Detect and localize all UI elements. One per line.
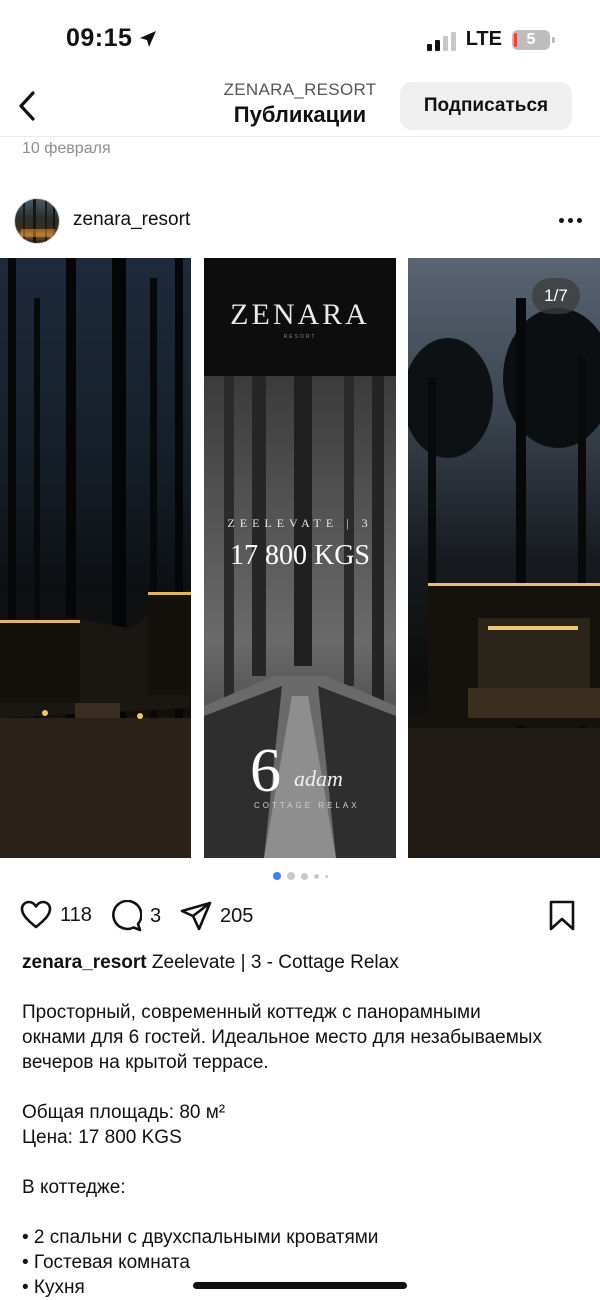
- carousel-page-counter: 1/7: [532, 278, 580, 314]
- caption-line: [22, 1075, 582, 1100]
- carousel-photo-right: 1/7: [408, 258, 600, 858]
- battery-icon: 5: [512, 29, 555, 50]
- comment-icon[interactable]: [110, 900, 142, 932]
- cabin-terrace-image: [408, 298, 600, 858]
- caption-line: [22, 975, 582, 1000]
- caption-line: вечеров на крытой террасе.: [22, 1052, 269, 1073]
- status-time: 09:15: [66, 24, 158, 53]
- page-header: ZENARA_RESORT Публикации Подписаться: [0, 78, 600, 136]
- carousel-photo-left: [0, 258, 191, 858]
- status-bar: 09:15 LTE 5: [0, 0, 600, 80]
- carousel-photo-middle: ZENARA RESORT ZEELEVATE | 3 17 800 KGS 6…: [204, 258, 396, 858]
- avatar[interactable]: [14, 198, 60, 244]
- carousel-dot[interactable]: [286, 872, 295, 880]
- caption-line: Цена: 17 800 KGS: [22, 1127, 182, 1148]
- send-icon[interactable]: [180, 900, 212, 932]
- status-time-text: 09:15: [66, 24, 133, 52]
- location-arrow-icon: [140, 30, 157, 47]
- share-action[interactable]: 205: [180, 900, 253, 932]
- forest-cabin-image: [0, 258, 191, 858]
- slide-guests-number: 6: [250, 737, 281, 805]
- caption-title: Zeelevate | 3 - Cottage Relax: [146, 952, 399, 973]
- like-action[interactable]: 118: [20, 900, 92, 930]
- caption-line: [22, 1200, 582, 1225]
- page-title: Публикации: [233, 102, 367, 127]
- bookmark-button[interactable]: [548, 900, 576, 937]
- home-indicator[interactable]: [193, 1282, 407, 1289]
- more-options-icon[interactable]: [559, 208, 582, 232]
- caption-line: окнами для 6 гостей. Идеальное место для…: [22, 1027, 542, 1048]
- post-date: 10 февраля: [22, 140, 111, 157]
- carousel-dot[interactable]: [313, 873, 319, 879]
- slide-price: 17 800 KGS: [229, 540, 370, 571]
- brand-logo-sub: RESORT: [283, 334, 317, 340]
- slide-cottage-tag: COTTAGE RELAX: [254, 801, 360, 810]
- avatar-image: [21, 199, 55, 243]
- network-type: LTE: [465, 28, 502, 50]
- status-indicators: LTE 5: [426, 28, 555, 51]
- caption-line: Просторный, современный коттедж с панора…: [22, 1002, 481, 1023]
- comment-action[interactable]: 3: [110, 900, 161, 932]
- battery-level: 5: [526, 30, 536, 48]
- caption-headline: zenara_resort Zeelevate | 3 - Cottage Re…: [22, 950, 582, 975]
- caption-line: В коттедже:: [22, 1177, 126, 1198]
- caption-line: • 2 спальни с двухспальными кроватями: [22, 1227, 379, 1248]
- post-caption: zenara_resort Zeelevate | 3 - Cottage Re…: [22, 950, 582, 1300]
- slide-name: ZEELEVATE | 3: [227, 516, 373, 530]
- subscribe-button[interactable]: Подписаться: [400, 82, 572, 130]
- carousel-dot[interactable]: [272, 872, 281, 880]
- brand-logo: ZENARA: [230, 298, 370, 331]
- carousel-dot[interactable]: [300, 872, 308, 880]
- caption-line: [22, 1150, 582, 1175]
- carousel-dots[interactable]: [0, 872, 600, 880]
- header-titles: ZENARA_RESORT Публикации: [200, 80, 400, 128]
- like-count: 118: [60, 903, 92, 926]
- post-actions: 118 3 205: [0, 896, 600, 940]
- caption-username[interactable]: zenara_resort: [22, 952, 147, 973]
- header-divider: [0, 136, 600, 137]
- post-carousel[interactable]: ZENARA RESORT ZEELEVATE | 3 17 800 KGS 6…: [0, 258, 600, 858]
- carousel-dot[interactable]: [324, 874, 328, 878]
- header-account: ZENARA_RESORT: [223, 80, 377, 99]
- caption-line: • Гостевая комната: [22, 1252, 190, 1273]
- signal-icon: [426, 29, 456, 51]
- bookmark-icon[interactable]: [548, 900, 576, 932]
- caption-line: Общая площадь: 80 м²: [22, 1102, 226, 1123]
- heart-icon[interactable]: [20, 900, 52, 930]
- post-header: zenara_resort: [0, 196, 600, 246]
- share-count: 205: [220, 904, 254, 927]
- chevron-left-icon: [19, 91, 35, 121]
- back-button[interactable]: [14, 88, 40, 124]
- comment-count: 3: [150, 904, 162, 927]
- slide-guests-word: adam: [294, 766, 343, 791]
- post-username[interactable]: zenara_resort: [73, 209, 190, 231]
